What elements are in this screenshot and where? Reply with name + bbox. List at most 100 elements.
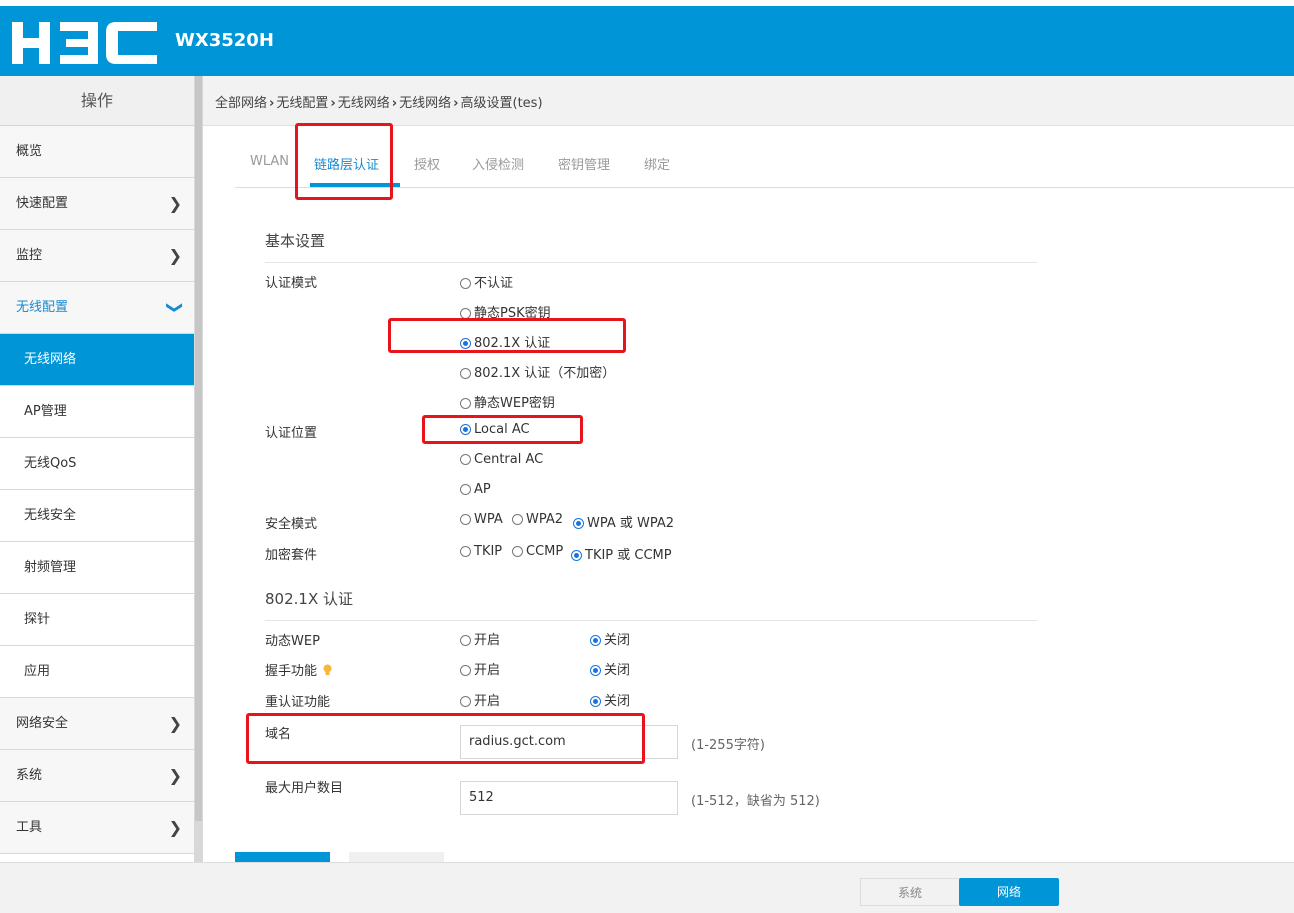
tab-bar: WLAN 链路层认证 授权 入侵检测 密钥管理 绑定 (235, 126, 1294, 188)
chevron-right-icon: ❯ (168, 766, 182, 785)
sidebar-item-label: 无线配置 (16, 300, 69, 315)
breadcrumb-current: 高级设置(tes) (460, 96, 543, 111)
radio-icon[interactable] (460, 514, 471, 525)
breadcrumb: 全部网络 › 无线配置 › 无线网络 › 无线网络 › 高级设置(tes) (215, 92, 543, 111)
tab-key-management[interactable]: 密钥管理 (558, 154, 610, 173)
cipher-suite-option-selected[interactable]: TKIP 或 CCMP (571, 544, 672, 563)
cipher-suite-option[interactable]: CCMP (512, 544, 563, 559)
sidebar-item-system[interactable]: 系统 ❯ (0, 750, 194, 802)
radio-icon[interactable] (460, 454, 471, 465)
radio-checked-icon[interactable] (590, 665, 601, 676)
tab-binding[interactable]: 绑定 (644, 154, 670, 173)
sidebar-item-label: 概览 (16, 144, 43, 159)
sidebar-item-tools[interactable]: 工具 ❯ (0, 802, 194, 854)
handshake-on[interactable]: 开启 (460, 659, 500, 678)
radio-checked-icon[interactable] (590, 696, 601, 707)
auth-mode-option[interactable]: 静态WEP密钥 (460, 392, 555, 411)
radio-checked-icon[interactable] (573, 518, 584, 529)
breadcrumb-item[interactable]: 无线网络 (338, 96, 390, 111)
scrollbar-thumb[interactable] (195, 76, 202, 821)
auth-mode-option-selected[interactable]: 802.1X 认证 (460, 332, 550, 351)
sidebar-item-quick-config[interactable]: 快速配置 ❯ (0, 178, 194, 230)
auth-location-option-selected[interactable]: Local AC (460, 422, 530, 437)
breadcrumb-item[interactable]: 无线网络 (399, 96, 451, 111)
dynamic-wep-on[interactable]: 开启 (460, 629, 500, 648)
sidebar-item-wireless-qos[interactable]: 无线QoS (0, 438, 194, 490)
sidebar-item-label: 射频管理 (24, 560, 77, 575)
auth-mode-label: 认证模式 (265, 276, 318, 291)
handshake-label: 握手功能 (265, 660, 332, 679)
sidebar-item-wireless-security[interactable]: 无线安全 (0, 490, 194, 542)
radio-checked-icon[interactable] (571, 550, 582, 561)
sidebar-item-label: 系统 (16, 768, 43, 783)
auth-location-option[interactable]: AP (460, 482, 491, 497)
sidebar-item-ap-management[interactable]: AP管理 (0, 386, 194, 438)
radio-checked-icon[interactable] (590, 635, 601, 646)
chevron-right-icon: ❯ (168, 246, 182, 265)
radio-checked-icon[interactable] (460, 338, 471, 349)
sidebar-item-application[interactable]: 应用 (0, 646, 194, 698)
sidebar-item-monitor[interactable]: 监控 ❯ (0, 230, 194, 282)
section-divider (265, 262, 1037, 263)
max-users-label: 最大用户数目 (265, 781, 344, 796)
sidebar-item-probe[interactable]: 探针 (0, 594, 194, 646)
sidebar-item-wireless-config[interactable]: 无线配置 ❯ (0, 282, 194, 334)
radio-icon[interactable] (460, 546, 471, 557)
auth-mode-option[interactable]: 静态PSK密钥 (460, 302, 551, 321)
sidebar-item-overview[interactable]: 概览 (0, 126, 194, 178)
top-header: WX3520H (0, 6, 1294, 76)
auth-location-label: 认证位置 (265, 426, 318, 441)
domain-input[interactable]: radius.gct.com (460, 725, 678, 759)
sidebar-item-wireless-network[interactable]: 无线网络 (0, 334, 194, 386)
radio-icon[interactable] (460, 696, 471, 707)
footer-system-button[interactable]: 系统 (860, 878, 960, 906)
active-tab-indicator (310, 183, 400, 187)
radio-icon[interactable] (460, 398, 471, 409)
sidebar-item-label: 探针 (24, 612, 51, 627)
radio-icon[interactable] (460, 308, 471, 319)
dynamic-wep-off-selected[interactable]: 关闭 (590, 629, 630, 648)
radio-icon[interactable] (460, 368, 471, 379)
main-content: WLAN 链路层认证 授权 入侵检测 密钥管理 绑定 基本设置 认证模式 不认证… (203, 126, 1294, 864)
radio-icon[interactable] (460, 484, 471, 495)
cipher-suite-option[interactable]: TKIP (460, 544, 502, 559)
dynamic-wep-label: 动态WEP (265, 634, 320, 649)
security-mode-option[interactable]: WPA2 (512, 512, 563, 527)
section-title-dot1x: 802.1X 认证 (265, 590, 353, 608)
footer-network-button[interactable]: 网络 (959, 878, 1059, 906)
reauth-off-selected[interactable]: 关闭 (590, 690, 630, 709)
breadcrumb-item[interactable]: 全部网络 (215, 96, 267, 111)
sidebar-item-radio-management[interactable]: 射频管理 (0, 542, 194, 594)
radio-icon[interactable] (460, 665, 471, 676)
breadcrumb-item[interactable]: 无线配置 (276, 96, 328, 111)
breadcrumb-bar: 全部网络 › 无线配置 › 无线网络 › 无线网络 › 高级设置(tes) (203, 76, 1294, 126)
radio-checked-icon[interactable] (460, 424, 471, 435)
radio-icon[interactable] (512, 514, 523, 525)
handshake-off-selected[interactable]: 关闭 (590, 659, 630, 678)
sidebar-scrollbar[interactable] (194, 76, 203, 862)
tab-link-layer-auth[interactable]: 链路层认证 (314, 154, 379, 173)
auth-location-option[interactable]: Central AC (460, 452, 543, 467)
chevron-right-icon: ❯ (168, 194, 182, 213)
tab-authorization[interactable]: 授权 (414, 154, 440, 173)
max-users-input[interactable]: 512 (460, 781, 678, 815)
breadcrumb-separator-icon: › (269, 96, 275, 111)
sidebar-item-network-security[interactable]: 网络安全 ❯ (0, 698, 194, 750)
auth-mode-option[interactable]: 802.1X 认证（不加密） (460, 362, 615, 381)
radio-icon[interactable] (460, 635, 471, 646)
sidebar-title: 操作 (0, 76, 194, 126)
auth-mode-option[interactable]: 不认证 (460, 272, 513, 291)
sidebar-item-label: 无线安全 (24, 508, 77, 523)
sidebar-item-label: 无线网络 (24, 352, 77, 367)
lightbulb-icon[interactable] (323, 664, 332, 676)
footer-bar: 系统 网络 (0, 862, 1294, 913)
radio-icon[interactable] (460, 278, 471, 289)
tab-wlan[interactable]: WLAN (250, 154, 289, 169)
tab-intrusion-detection[interactable]: 入侵检测 (472, 154, 524, 173)
security-mode-option-selected[interactable]: WPA 或 WPA2 (573, 512, 674, 531)
security-mode-option[interactable]: WPA (460, 512, 503, 527)
radio-icon[interactable] (512, 546, 523, 557)
reauth-label: 重认证功能 (265, 695, 331, 710)
reauth-on[interactable]: 开启 (460, 690, 500, 709)
sidebar-item-label: 无线QoS (24, 456, 77, 471)
